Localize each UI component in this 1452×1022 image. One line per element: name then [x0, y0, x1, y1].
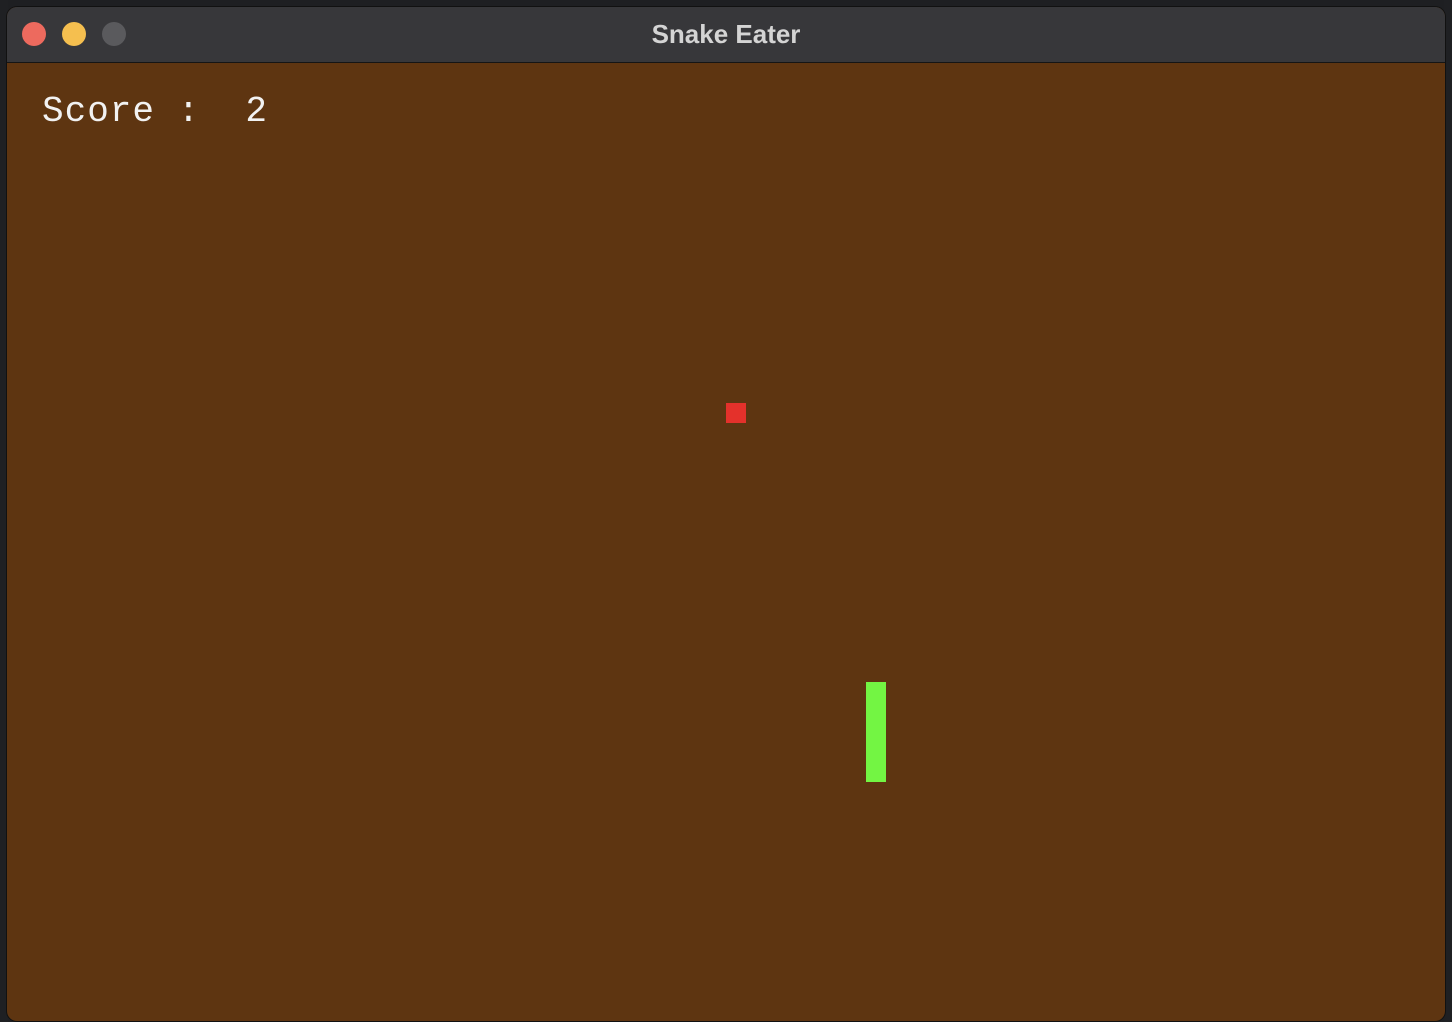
snake-segment	[866, 702, 886, 722]
window-title: Snake Eater	[651, 19, 801, 49]
play-area[interactable]: Score : 2	[7, 63, 1445, 1021]
snake-head	[866, 682, 886, 702]
snake-segment	[866, 742, 886, 762]
snake-segment	[866, 722, 886, 742]
title-bar[interactable]: Snake Eater	[7, 7, 1445, 63]
background-edge-right	[1444, 0, 1452, 1022]
game-window: Snake Eater Score : 2	[7, 7, 1445, 1021]
score-display: Score : 2	[42, 91, 269, 132]
food-pellet	[726, 403, 746, 423]
snake-segment	[866, 762, 886, 782]
